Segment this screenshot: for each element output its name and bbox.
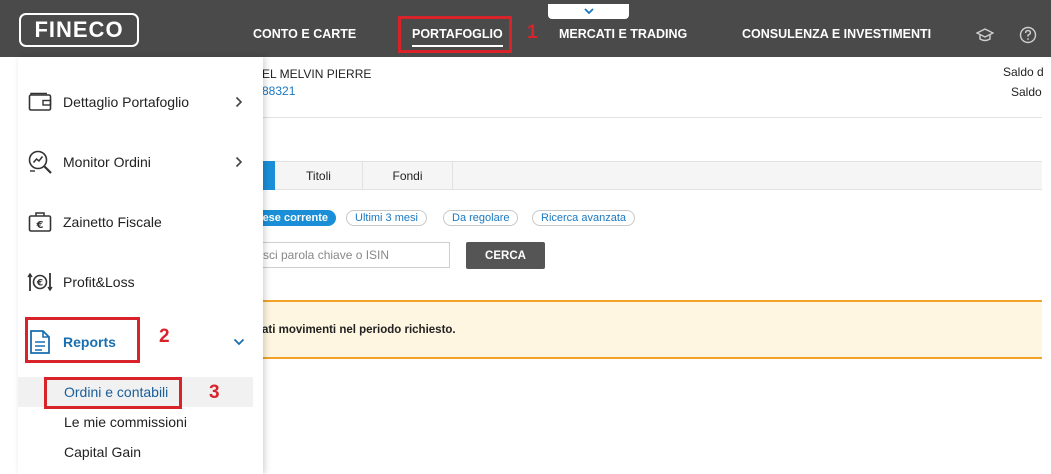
account-number[interactable]: 88321 [262, 84, 295, 98]
divider [262, 117, 1042, 118]
chevron-right-icon [233, 96, 245, 108]
menu-item-label: Monitor Ordini [63, 154, 151, 170]
annotation-box-1 [398, 16, 512, 53]
annotation-number-1: 1 [527, 22, 538, 43]
svg-text:€: € [36, 279, 43, 289]
account-holder-name: EL MELVIN PIERRE [262, 67, 372, 81]
menu-item-dettaglio-portafoglio[interactable]: Dettaglio Portafoglio [18, 82, 263, 122]
fineco-logo[interactable]: FINECO [19, 13, 139, 47]
annotation-box-2 [25, 317, 140, 363]
submenu-capital-gain[interactable]: Capital Gain [18, 437, 253, 467]
nav-consulenza-e-investimenti[interactable]: CONSULENZA E INVESTIMENTI [742, 27, 931, 41]
graduation-cap-icon[interactable] [975, 25, 995, 45]
tab-fondi[interactable]: Fondi [363, 161, 453, 190]
annotation-box-3 [44, 377, 182, 409]
help-icon[interactable] [1018, 25, 1038, 45]
menu-item-label: Dettaglio Portafoglio [63, 94, 190, 110]
wallet-icon [27, 89, 53, 115]
svg-text:€: € [36, 220, 44, 231]
tab-active-indicator[interactable] [262, 161, 275, 190]
submenu-le-mie-commissioni[interactable]: Le mie commissioni [18, 407, 253, 437]
chevron-right-icon [233, 156, 245, 168]
saldo-label-2: Saldo [1011, 85, 1042, 99]
top-navigation-bar: FINECO CONTO E CARTE PORTAFOGLIO MERCATI… [0, 0, 1051, 57]
search-input[interactable] [250, 242, 450, 268]
annotation-number-3: 3 [209, 382, 220, 403]
chevron-down-icon [233, 336, 245, 348]
filter-ultimi-3-mesi[interactable]: Ultimi 3 mesi [346, 210, 427, 226]
filter-ricerca-avanzata[interactable]: Ricerca avanzata [532, 210, 635, 226]
saldo-label-1: Saldo d [1003, 65, 1044, 79]
no-movements-alert: ati movimenti nel periodo richiesto. [262, 300, 1042, 359]
menu-item-label: Profit&Loss [63, 274, 135, 290]
annotation-number-2: 2 [159, 326, 170, 347]
filter-da-regolare[interactable]: Da regolare [443, 210, 519, 226]
magnifier-chart-icon [27, 149, 53, 175]
nav-mercati-e-trading[interactable]: MERCATI E TRADING [559, 27, 687, 41]
euro-bag-icon: € [27, 209, 53, 235]
profit-loss-icon: € [27, 269, 53, 295]
menu-item-zainetto-fiscale[interactable]: € Zainetto Fiscale [18, 202, 263, 242]
menu-item-monitor-ordini[interactable]: Monitor Ordini [18, 142, 263, 182]
menu-item-label: Zainetto Fiscale [63, 214, 162, 230]
alert-text: ati movimenti nel periodo richiesto. [262, 323, 456, 336]
chevron-down-icon [583, 8, 594, 15]
expand-tab[interactable] [548, 4, 629, 19]
nav-conto-e-carte[interactable]: CONTO E CARTE [253, 27, 356, 41]
menu-item-profit-loss[interactable]: € Profit&Loss [18, 262, 263, 302]
tab-titoli[interactable]: Titoli [275, 161, 363, 190]
cerca-button[interactable]: CERCA [466, 242, 545, 269]
